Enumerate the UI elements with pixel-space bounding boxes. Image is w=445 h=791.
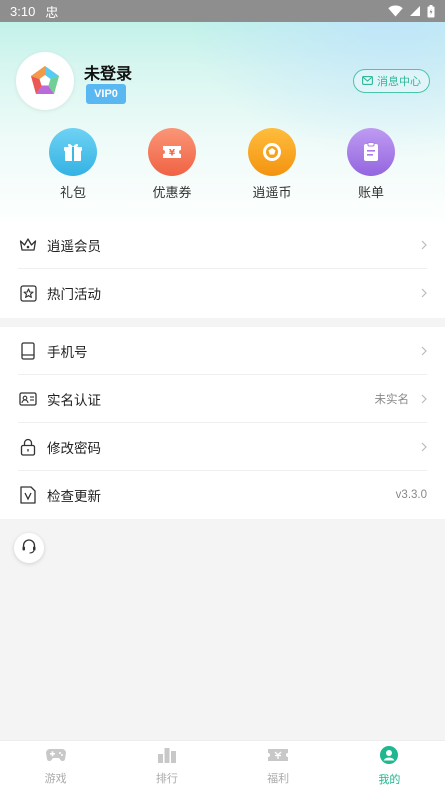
crown-icon xyxy=(18,235,38,255)
menu-item-hot-activities[interactable]: 热门活动 xyxy=(18,269,427,317)
quick-action-coin[interactable]: 逍遥币 xyxy=(247,128,297,201)
bill-icon xyxy=(347,128,395,176)
avatar[interactable] xyxy=(16,52,74,110)
customer-service-button[interactable] xyxy=(14,533,44,563)
menu-group-membership: 逍遥会员 热门活动 xyxy=(0,221,445,318)
coin-icon xyxy=(248,128,296,176)
chevron-right-icon xyxy=(417,394,427,404)
phone-icon xyxy=(18,341,38,361)
chevron-right-icon xyxy=(417,346,427,356)
gamepad-icon xyxy=(45,747,67,767)
username[interactable]: 未登录 xyxy=(84,60,132,84)
message-center-label: 消息中心 xyxy=(377,75,421,88)
vip-badge[interactable]: VIP0 xyxy=(86,84,126,104)
notification-icon: 忠 xyxy=(45,5,59,21)
svg-text:¥: ¥ xyxy=(169,149,176,159)
menu-item-vip-member[interactable]: 逍遥会员 xyxy=(18,221,427,269)
menu-item-check-update[interactable]: 检查更新 v3.3.0 xyxy=(18,471,427,519)
chevron-right-icon xyxy=(417,288,427,298)
tab-ranking[interactable]: 排行 xyxy=(111,741,222,791)
app-version: v3.3.0 xyxy=(395,489,427,501)
tab-label: 游戏 xyxy=(44,771,67,785)
menu-item-label: 实名认证 xyxy=(47,392,101,409)
gift-icon xyxy=(49,128,97,176)
menu-item-phone[interactable]: 手机号 xyxy=(18,327,427,375)
chevron-right-icon xyxy=(417,240,427,250)
real-name-status: 未实名 xyxy=(374,393,410,406)
menu-item-label: 热门活动 xyxy=(47,287,101,303)
tab-label: 排行 xyxy=(155,771,178,785)
coupon-icon: ¥ xyxy=(148,128,196,176)
status-time: 3:10 xyxy=(10,3,36,19)
tab-games[interactable]: 游戏 xyxy=(0,741,111,791)
status-icons xyxy=(388,4,435,18)
quick-action-bill[interactable]: 账单 xyxy=(346,128,396,201)
quick-action-coupon[interactable]: ¥ 优惠券 xyxy=(147,128,197,201)
bottom-navigation: 游戏 排行 福利 我的 xyxy=(0,740,445,791)
menu-item-label: 手机号 xyxy=(47,344,88,361)
tab-welfare[interactable]: 福利 xyxy=(223,741,334,791)
profile-icon xyxy=(380,745,399,768)
id-card-icon xyxy=(18,389,38,409)
headset-icon xyxy=(21,538,37,558)
ranking-icon xyxy=(157,747,177,767)
battery-icon xyxy=(427,4,435,18)
menu-item-change-password[interactable]: 修改密码 xyxy=(18,423,427,471)
status-bar: 3:10 忠 xyxy=(0,0,445,22)
menu-item-real-name[interactable]: 实名认证 未实名 xyxy=(18,375,427,423)
quick-action-label: 礼包 xyxy=(59,186,86,201)
chevron-right-icon xyxy=(417,442,427,452)
update-icon xyxy=(18,485,38,505)
lock-icon xyxy=(18,437,38,457)
star-icon xyxy=(18,283,38,303)
quick-action-label: 优惠券 xyxy=(152,186,192,201)
cell-signal-icon xyxy=(409,5,421,17)
menu-item-label: 检查更新 xyxy=(47,489,101,505)
message-center-button[interactable]: 消息中心 xyxy=(353,69,430,93)
menu-group-account: 手机号 实名认证 未实名 修改密码 检查更新 v3.3.0 xyxy=(0,327,445,519)
app-logo-icon xyxy=(31,66,59,94)
mail-icon xyxy=(362,75,373,88)
menu-item-label: 逍遥会员 xyxy=(47,238,101,255)
ticket-icon xyxy=(267,747,289,767)
quick-action-label: 逍遥币 xyxy=(252,186,292,201)
tab-label: 福利 xyxy=(267,771,290,785)
wifi-icon xyxy=(388,5,403,17)
quick-action-gift[interactable]: 礼包 xyxy=(48,128,98,201)
tab-label: 我的 xyxy=(378,772,401,786)
quick-action-label: 账单 xyxy=(357,186,384,201)
tab-mine[interactable]: 我的 xyxy=(334,741,445,791)
menu-item-label: 修改密码 xyxy=(47,440,101,457)
